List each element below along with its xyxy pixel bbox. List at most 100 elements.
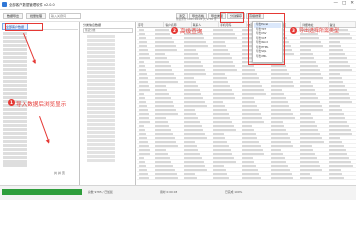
list-item[interactable] — [87, 74, 115, 79]
list-item[interactable] — [3, 95, 27, 100]
list-item[interactable] — [87, 114, 115, 118]
list-item[interactable] — [3, 63, 27, 68]
list-item[interactable] — [87, 134, 115, 138]
list-item[interactable] — [87, 46, 115, 51]
list-item[interactable] — [3, 139, 27, 143]
list-item[interactable] — [3, 127, 27, 132]
list-item[interactable] — [3, 119, 27, 124]
table-cell — [211, 156, 240, 159]
table-cell — [153, 92, 182, 95]
list-item[interactable] — [3, 107, 27, 112]
list-item[interactable] — [3, 39, 27, 44]
list-item[interactable] — [87, 86, 115, 90]
category-filter[interactable]: 筛选分类 — [83, 28, 133, 33]
table-cell — [153, 52, 182, 55]
table-row[interactable] — [137, 176, 356, 180]
table-cell — [269, 96, 298, 99]
table-cell — [240, 116, 269, 119]
table-cell — [298, 64, 327, 67]
table-cell — [182, 36, 211, 39]
list-item[interactable] — [3, 111, 27, 116]
list-item[interactable] — [3, 71, 27, 76]
maximize-icon[interactable]: □ — [342, 1, 346, 6]
list-item[interactable] — [87, 82, 115, 86]
list-item[interactable] — [87, 126, 115, 130]
batch-process-button[interactable]: 批量处理 — [26, 13, 47, 19]
table-cell — [269, 112, 298, 115]
table-cell — [137, 40, 153, 43]
table-cell — [211, 84, 240, 87]
list-item[interactable] — [87, 54, 115, 59]
list-item[interactable] — [3, 47, 27, 52]
list-item[interactable] — [87, 154, 115, 158]
table-cell — [182, 108, 211, 111]
table-cell — [240, 88, 269, 91]
list-item[interactable] — [3, 79, 27, 84]
list-item[interactable] — [3, 143, 27, 147]
list-item[interactable] — [3, 131, 27, 135]
table-cell — [269, 88, 298, 91]
list-item[interactable] — [87, 70, 115, 75]
list-item[interactable] — [87, 110, 115, 114]
list-item[interactable] — [87, 142, 115, 146]
list-item[interactable] — [3, 123, 27, 128]
list-item[interactable] — [3, 115, 27, 120]
list-item[interactable] — [87, 50, 115, 55]
list-item[interactable] — [3, 147, 27, 151]
list-item[interactable] — [87, 58, 115, 63]
table-cell — [211, 128, 240, 131]
table-cell — [298, 176, 327, 179]
list-item[interactable] — [87, 35, 115, 39]
list-item[interactable] — [3, 87, 27, 92]
list-item[interactable] — [3, 55, 27, 60]
table-cell — [182, 124, 211, 127]
list-item[interactable] — [87, 146, 115, 150]
list-item[interactable] — [87, 150, 115, 154]
list-item[interactable] — [3, 43, 27, 48]
status-bar: 总数 9785 / 已加载 用时 0:00:03 已完成 100% — [0, 185, 356, 200]
list-item[interactable] — [3, 51, 27, 56]
table-cell — [211, 52, 240, 55]
toolbar-left: 数据导出 批量处理 输入关键词 — [3, 13, 82, 19]
list-item[interactable] — [87, 78, 115, 83]
table-cell — [182, 172, 211, 175]
category-list[interactable] — [87, 35, 115, 163]
list-item[interactable] — [87, 90, 115, 94]
list-item[interactable] — [3, 59, 27, 64]
search-input[interactable]: 输入关键词 — [49, 13, 82, 19]
export-data-button[interactable]: 数据导出 — [3, 13, 24, 19]
list-item[interactable] — [87, 122, 115, 126]
annotation-badge-1: 1 — [8, 99, 15, 106]
list-item[interactable] — [87, 138, 115, 142]
table-cell — [298, 128, 327, 131]
list-item[interactable] — [3, 151, 27, 155]
list-item[interactable] — [87, 42, 115, 47]
table-header-cell[interactable]: 序号 — [137, 22, 165, 27]
list-item[interactable] — [3, 67, 27, 72]
list-item[interactable] — [3, 163, 27, 167]
table-cell — [211, 112, 240, 115]
list-item[interactable] — [87, 130, 115, 134]
list-item[interactable] — [3, 135, 27, 139]
list-item[interactable] — [3, 91, 27, 96]
table-cell — [182, 136, 211, 139]
list-item[interactable] — [87, 158, 115, 162]
list-item[interactable] — [3, 83, 27, 88]
list-item[interactable] — [87, 106, 115, 110]
list-item[interactable] — [87, 118, 115, 122]
list-item[interactable] — [3, 159, 27, 163]
list-item[interactable] — [3, 155, 27, 159]
list-item[interactable] — [87, 66, 115, 71]
minimize-icon[interactable]: — — [333, 1, 338, 6]
table-cell — [298, 124, 327, 127]
list-item[interactable] — [87, 98, 115, 102]
close-icon[interactable]: ✕ — [350, 1, 354, 6]
table-cell — [327, 92, 356, 95]
table-cell — [269, 92, 298, 95]
table-cell — [153, 128, 182, 131]
list-item[interactable] — [87, 62, 115, 67]
list-item[interactable] — [87, 102, 115, 106]
list-item[interactable] — [3, 75, 27, 80]
list-item[interactable] — [87, 38, 115, 43]
list-item[interactable] — [87, 94, 115, 98]
